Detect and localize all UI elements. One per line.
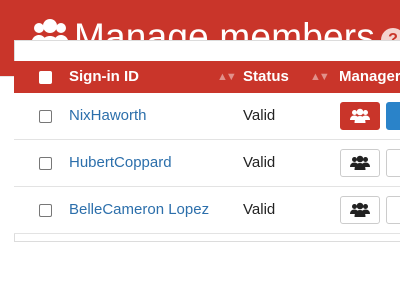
sign-in-id-link[interactable]: BelleCameron Lopez <box>69 187 209 233</box>
sign-in-id-link[interactable]: NixHaworth <box>69 93 147 139</box>
row-checkbox[interactable] <box>39 110 52 123</box>
members-table: Sign-in ID ▲▼ Status ▲▼ Manager NixHawor… <box>14 61 400 234</box>
edit-button[interactable] <box>386 102 400 130</box>
group-icon <box>350 155 370 170</box>
column-header-manager: Manager <box>339 68 400 85</box>
manage-group-button[interactable] <box>340 102 380 130</box>
group-icon <box>350 108 370 123</box>
group-icon <box>350 202 370 217</box>
select-all-checkbox[interactable] <box>39 71 52 84</box>
row-checkbox[interactable] <box>39 204 52 217</box>
manage-group-button[interactable] <box>340 149 380 177</box>
column-header-sign-in-id[interactable]: Sign-in ID <box>69 61 139 93</box>
row-checkbox[interactable] <box>39 157 52 170</box>
status-text: Valid <box>243 107 276 124</box>
manage-members-page: Manage members ? Sign-in ID ▲▼ Status ▲▼… <box>0 0 400 300</box>
sort-icon[interactable]: ▲▼ <box>310 61 330 93</box>
status-text: Valid <box>243 154 276 171</box>
sort-icon[interactable]: ▲▼ <box>217 61 237 93</box>
table-row: BelleCameron Lopez Valid <box>14 187 400 234</box>
column-header-status[interactable]: Status <box>243 61 289 93</box>
table-row: HubertCoppard Valid <box>14 140 400 187</box>
edit-button[interactable] <box>386 196 400 224</box>
edit-button[interactable] <box>386 149 400 177</box>
table-row: NixHaworth Valid <box>14 93 400 140</box>
status-text: Valid <box>243 201 276 218</box>
manage-group-button[interactable] <box>340 196 380 224</box>
table-header: Sign-in ID ▲▼ Status ▲▼ Manager <box>14 61 400 93</box>
sign-in-id-link[interactable]: HubertCoppard <box>69 140 172 186</box>
